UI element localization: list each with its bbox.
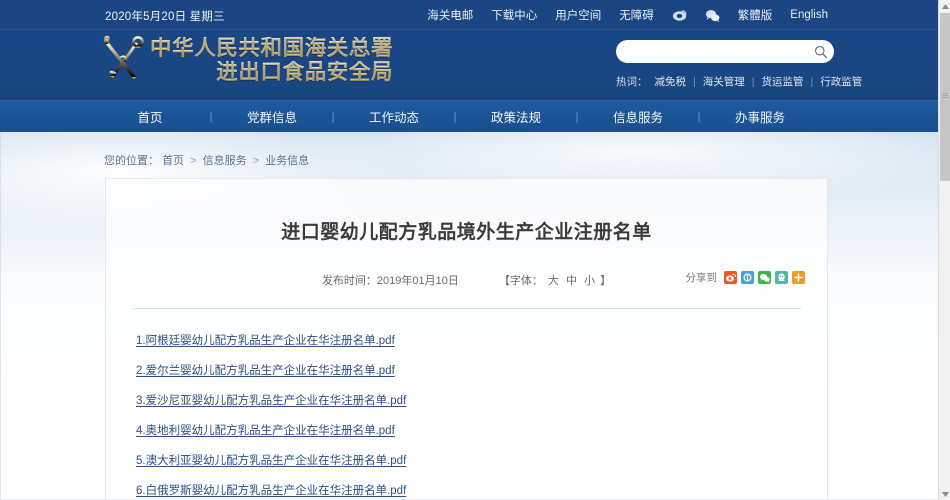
weibo-share-icon[interactable] (724, 271, 737, 284)
triangle-down-icon (941, 491, 949, 497)
article-card: 进口婴幼儿配方乳品境外生产企业注册名单 发布时间：2019年01月10日 【字体… (105, 178, 828, 500)
brand-line-2: 进出口食品安全局 (150, 60, 393, 83)
list-item: 3.爱沙尼亚婴幼儿配方乳品生产企业在华注册名单.pdf (136, 385, 827, 415)
breadcrumb-item-business-info[interactable]: 业务信息 (265, 155, 309, 167)
scrollbar-thumb[interactable] (940, 13, 950, 181)
attachment-list: 1.阿根廷婴幼儿配方乳品生产企业在华注册名单.pdf 2.爱尔兰婴幼儿配方乳品生… (106, 325, 827, 500)
publish-time: 发布时间：2019年01月10日 (321, 275, 459, 287)
content-divider (132, 308, 801, 309)
font-size-small[interactable]: 小 (584, 275, 595, 287)
scrollbar-up-arrow[interactable] (939, 0, 950, 12)
nav-separator-3: | (453, 110, 457, 123)
nav-item-news[interactable]: 工作动态 (344, 107, 444, 126)
topbar-link-traditional[interactable]: 繁體版 (738, 7, 773, 23)
search-input[interactable] (628, 41, 808, 62)
current-date: 2020年5月20日 星期三 (105, 11, 225, 23)
hot-word-sep-1: | (693, 75, 696, 88)
nav-item-home[interactable]: 首页 (100, 107, 200, 126)
top-utility-links: 海关电邮 下载中心 用户空间 无障碍 繁體版 English (427, 7, 828, 23)
list-item: 4.奥地利婴幼儿配方乳品生产企业在华注册名单.pdf (136, 415, 827, 445)
list-item: 2.爱尔兰婴幼儿配方乳品生产企业在华注册名单.pdf (136, 355, 827, 385)
nav-separator-4: | (575, 110, 579, 123)
topbar-link-download[interactable]: 下载中心 (491, 7, 537, 23)
hot-word-sep-2: | (751, 75, 755, 88)
list-item: 5.澳大利亚婴幼儿配方乳品生产企业在华注册名单.pdf (136, 445, 827, 475)
breadcrumb-sep-1: > (190, 155, 197, 167)
brand-line-1: 中华人民共和国海关总署 (150, 36, 394, 61)
list-item: 1.阿根廷婴幼儿配方乳品生产企业在华注册名单.pdf (136, 325, 827, 355)
search-box[interactable] (616, 40, 834, 63)
article-meta: 发布时间：2019年01月10日 【字体： 大 中 小 】 分享到 (106, 270, 827, 290)
font-label-start: 【字体： (498, 275, 543, 287)
nav-item-party[interactable]: 党群信息 (222, 107, 322, 126)
wechat-share-icon[interactable] (758, 271, 771, 284)
top-utility-bar: 2020年5月20日 星期三 海关电邮 下载中心 用户空间 无障碍 繁體版 En… (0, 0, 938, 30)
breadcrumb-sep-2: > (252, 155, 260, 167)
topbar-link-user-space[interactable]: 用户空间 (555, 7, 601, 23)
attachment-link-3[interactable]: 3.爱沙尼亚婴幼儿配方乳品生产企业在华注册名单.pdf (136, 392, 406, 408)
attachment-link-6[interactable]: 6.白俄罗斯婴幼儿配方乳品生产企业在华注册名单.pdf (136, 482, 406, 498)
hot-word-sep-3: | (810, 75, 814, 88)
topbar-link-english[interactable]: English (790, 9, 828, 21)
wechat-icon[interactable] (705, 8, 720, 23)
nav-item-info-service[interactable]: 信息服务 (588, 107, 688, 126)
font-label-end: 】 (600, 275, 612, 287)
page-left-edge (0, 132, 1, 500)
hot-word-4[interactable]: 行政监管 (820, 74, 862, 89)
site-header: 中华人民共和国海关总署 进出口食品安全局 热词： 减免税 | 海关管理 | 货运… (0, 30, 938, 100)
nav-separator-5: | (697, 110, 701, 123)
more-share-icon[interactable] (792, 271, 805, 284)
share-bar: 分享到 (685, 270, 805, 285)
customs-emblem-icon (100, 34, 146, 86)
breadcrumb-item-home[interactable]: 首页 (162, 155, 184, 167)
attachment-link-2[interactable]: 2.爱尔兰婴幼儿配方乳品生产企业在华注册名单.pdf (136, 362, 395, 378)
scrollbar-down-arrow[interactable] (939, 488, 950, 500)
breadcrumb: 您的位置： 首页 > 信息服务 > 业务信息 (104, 152, 309, 168)
main-navigation: 首页 | 党群信息 | 工作动态 | 政策法规 | 信息服务 | 办事服务 (0, 100, 938, 132)
hot-word-3[interactable]: 货运监管 (761, 74, 803, 89)
attachment-link-5[interactable]: 5.澳大利亚婴幼儿配方乳品生产企业在华注册名单.pdf (136, 452, 406, 468)
font-size-control: 【字体： 大 中 小 】 (499, 272, 611, 288)
attachment-link-1[interactable]: 1.阿根廷婴幼儿配方乳品生产企业在华注册名单.pdf (136, 332, 395, 348)
qq-share-icon[interactable] (775, 271, 788, 284)
nav-separator-2: | (331, 110, 335, 123)
weibo-icon[interactable] (672, 8, 687, 23)
site-brand[interactable]: 中华人民共和国海关总署 进出口食品安全局 (100, 34, 393, 86)
hot-word-1[interactable]: 减免税 (655, 74, 687, 89)
nav-separator-1: | (209, 110, 213, 123)
site-brand-text: 中华人民共和国海关总署 进出口食品安全局 (150, 37, 393, 83)
browser-content-area: 2020年5月20日 星期三 海关电邮 下载中心 用户空间 无障碍 繁體版 En… (0, 0, 938, 500)
search-icon (815, 45, 828, 58)
font-size-medium[interactable]: 中 (566, 275, 577, 287)
topbar-link-email[interactable]: 海关电邮 (427, 7, 473, 23)
hot-word-2[interactable]: 海关管理 (703, 74, 745, 89)
hot-words-bar: 热词： 减免税 | 海关管理 | 货运监管 | 行政监管 (616, 74, 862, 89)
breadcrumb-item-info-service[interactable]: 信息服务 (203, 155, 247, 167)
breadcrumb-prefix: 您的位置： (104, 155, 159, 167)
font-size-large[interactable]: 大 (548, 275, 559, 287)
topbar-link-accessibility[interactable]: 无障碍 (619, 7, 654, 23)
qzone-share-icon[interactable] (741, 271, 754, 284)
list-item: 6.白俄罗斯婴幼儿配方乳品生产企业在华注册名单.pdf (136, 475, 827, 500)
vertical-scrollbar[interactable] (938, 0, 950, 500)
page-title: 进口婴幼儿配方乳品境外生产企业注册名单 (281, 222, 652, 243)
attachment-link-4[interactable]: 4.奥地利婴幼儿配方乳品生产企业在华注册名单.pdf (136, 422, 395, 438)
nav-item-affairs[interactable]: 办事服务 (710, 107, 810, 126)
nav-item-policy[interactable]: 政策法规 (466, 107, 566, 126)
scrollbar-thumb-grip (942, 93, 948, 98)
share-label: 分享到 (685, 272, 718, 284)
triangle-up-icon (941, 3, 949, 9)
hot-words-label: 热词： (616, 76, 648, 88)
search-button[interactable] (808, 40, 834, 63)
